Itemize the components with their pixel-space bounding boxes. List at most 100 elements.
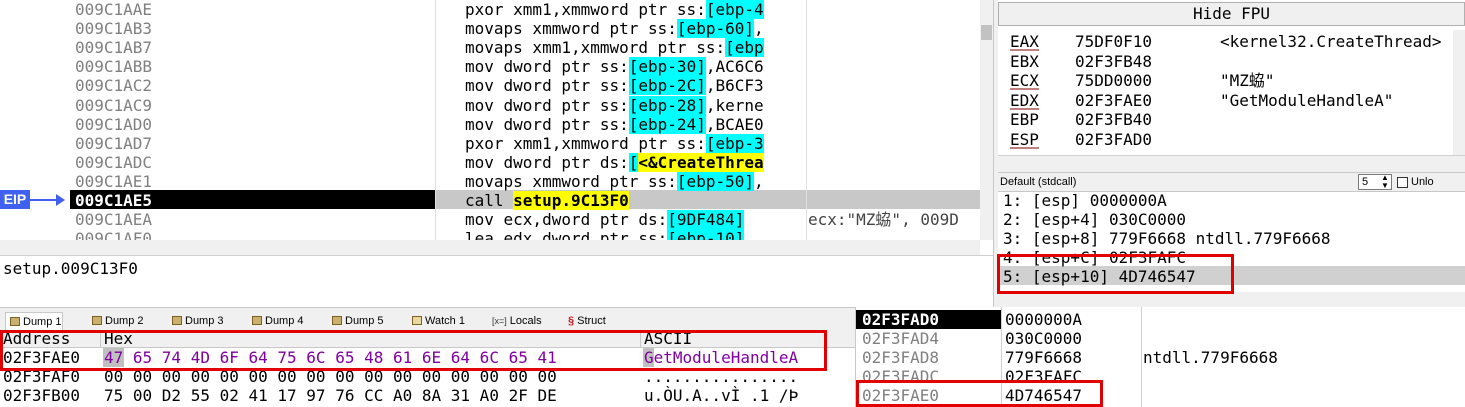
hide-fpu-button[interactable]: Hide FPU [998,2,1465,26]
callconv-label: Default (stdcall) [1000,176,1077,188]
instruction-text: mov dword ptr ss: [465,95,629,115]
disasm-address[interactable]: 009C1AB3 [75,19,152,38]
registers-hscrollbar[interactable] [998,155,1465,172]
dump-address[interactable]: 02F3FB00 [3,386,80,405]
register-value[interactable]: 02F3FAD0 [1075,130,1152,149]
dump-tab-label: Dump 2 [105,315,144,327]
disasm-address[interactable]: 009C1AAE [75,0,152,19]
register-value[interactable]: 75DD0000 [1075,71,1152,90]
disasm-instruction[interactable]: movaps xmm1,xmmword ptr ss:[ebp [465,38,980,58]
args-hscrollbar[interactable] [998,292,1465,307]
disasm-instruction[interactable]: movaps xmmword ptr ss:[ebp-50], [465,171,980,191]
register-value[interactable]: 02F3FB48 [1075,52,1152,71]
register-name[interactable]: EBP [1010,110,1039,129]
stack-address[interactable]: 02F3FAD8 [862,348,939,367]
memory-operand: [ebp-28] [628,95,706,115]
stack-column-divider [1141,307,1142,407]
register-name[interactable]: EAX [1010,32,1039,51]
instruction-text: mov dword ptr ss: [465,114,629,134]
register-comment: "GetModuleHandleA" [1220,90,1394,110]
memory-operand: [ebp-24] [628,114,706,134]
memory-operand: [ebp-3 [705,133,764,153]
operand-tail: , [753,19,764,39]
disasm-address[interactable]: 009C1AE5 [75,191,152,210]
register-name[interactable]: ECX [1010,71,1039,90]
dump-tab-label: Dump 3 [185,315,224,327]
disasm-address[interactable]: 009C1AD7 [75,134,152,153]
register-value[interactable]: 02F3FB40 [1075,110,1152,129]
dump-tab[interactable]: Dump 2 [88,312,144,331]
disasm-address[interactable]: 009C1AD0 [75,115,152,134]
disasm-scrollbar[interactable] [980,0,993,240]
instruction-text: pxor xmm1,xmmword ptr ss: [465,133,706,153]
register-comment: "MZ蛠" [1220,71,1275,90]
disasm-instruction[interactable]: pxor xmm1,xmmword ptr ss:[ebp-4 [465,0,980,19]
dump-tab[interactable]: [x=] Locals [488,312,542,331]
dump-tab[interactable]: Dump 1 [5,312,63,331]
disasm-scroll-thumb[interactable] [981,25,992,40]
disasm-instruction[interactable]: mov dword ptr ss:[ebp-2C],B6CF3 [465,76,980,96]
disasm-instruction[interactable]: call setup.9C13F0 [465,191,980,210]
disasm-address[interactable]: 009C1AB7 [75,38,152,57]
disasm-instruction[interactable]: mov dword ptr ss:[ebp-28],kerne [465,95,980,115]
argument-row[interactable]: 2: [esp+4] 030C0000 [1003,210,1186,229]
dump-ascii[interactable]: u.ÒU.A..vÌ .1 /Þ [644,386,798,405]
memory-operand: [ [628,152,639,172]
struct-icon: § [568,315,575,327]
eip-arrow-head-icon [56,194,65,206]
arg-count-value: 5 [1362,176,1369,188]
column-divider [435,0,436,255]
dump-tab[interactable]: § Struct [564,312,606,331]
disasm-instruction[interactable]: pxor xmm1,xmmword ptr ss:[ebp-3 [465,133,980,153]
arg-count-input[interactable]: 5 ▲ ▼ [1358,174,1392,190]
argument-row[interactable]: 3: [esp+8] 779F6668 ntdll.779F6668 [1003,229,1331,248]
disasm-instruction[interactable]: mov dword ptr ss:[ebp-30],AC6C6 [465,57,980,77]
dump-tab[interactable]: Dump 5 [328,312,384,331]
disasm-instruction[interactable]: mov dword ptr ds:[<&CreateThrea [465,152,980,172]
disasm-address[interactable]: 009C1AC9 [75,96,152,115]
dump-tab[interactable]: Watch 1 [408,312,465,331]
annotation-box-stack-row [856,380,1103,407]
stack-address[interactable]: 02F3FAD0 [862,310,939,329]
dump-tab[interactable]: Dump 3 [168,312,224,331]
instruction-text: mov dword ptr ds: [465,152,629,172]
stack-value[interactable]: 0000000A [1005,310,1082,329]
register-name[interactable]: ESP [1010,130,1039,149]
operand-tail: ,AC6C6 [705,57,764,77]
register-value[interactable]: 02F3FAE0 [1075,91,1152,110]
instruction-text: mov dword ptr ss: [465,57,629,77]
instruction-text: mov dword ptr ss: [465,76,629,96]
disasm-address[interactable]: 009C1AE1 [75,172,152,191]
instruction-text: movaps xmmword ptr ss: [465,171,677,191]
stack-address[interactable]: 02F3FAD4 [862,329,939,348]
unlock-checkbox[interactable] [1397,177,1408,188]
dump-tab-icon [332,316,342,325]
disasm-instruction[interactable]: mov dword ptr ss:[ebp-24],BCAE0 [465,114,980,134]
stack-value[interactable]: 779F6668 [1005,348,1082,367]
stack-value[interactable]: 030C0000 [1005,329,1082,348]
disasm-hscrollbar[interactable] [0,240,980,255]
disasm-address[interactable]: 009C1AC2 [75,76,152,95]
dump-tab-label: Dump 1 [23,316,62,328]
dump-tab-label: Watch 1 [425,315,465,327]
disasm-address[interactable]: 009C1ADC [75,153,152,172]
memory-operand: [ebp-50] [676,171,754,191]
memory-operand: [ebp-60] [676,19,754,39]
create-thread-import: <&CreateThrea [638,152,764,172]
register-value[interactable]: 75DF0F10 [1075,32,1152,51]
register-name[interactable]: EBX [1010,52,1039,71]
callconv-bar: Default (stdcall) 5 ▲ ▼ Unlo [998,172,1465,192]
dump-tab-label: Dump 4 [265,315,304,327]
comment-column-divider [806,0,807,240]
memory-operand: [ebp-2C] [628,76,706,96]
disasm-instruction[interactable]: movaps xmmword ptr ss:[ebp-60], [465,19,980,39]
disasm-address[interactable]: 009C1ABB [75,57,152,76]
dump-hex[interactable]: 75 00 D2 55 02 41 17 97 76 CC A0 8A 31 A… [104,386,557,405]
disasm-address[interactable]: 009C1AEA [75,210,152,229]
argument-row[interactable]: 1: [esp] 0000000A [1003,191,1167,210]
register-comment: <kernel32.CreateThread> [1220,32,1442,51]
register-name[interactable]: EDX [1010,91,1039,110]
registers-scrollbar[interactable] [1453,30,1465,155]
spin-arrows-icon[interactable]: ▲ ▼ [1381,174,1389,190]
dump-tab[interactable]: Dump 4 [248,312,304,331]
